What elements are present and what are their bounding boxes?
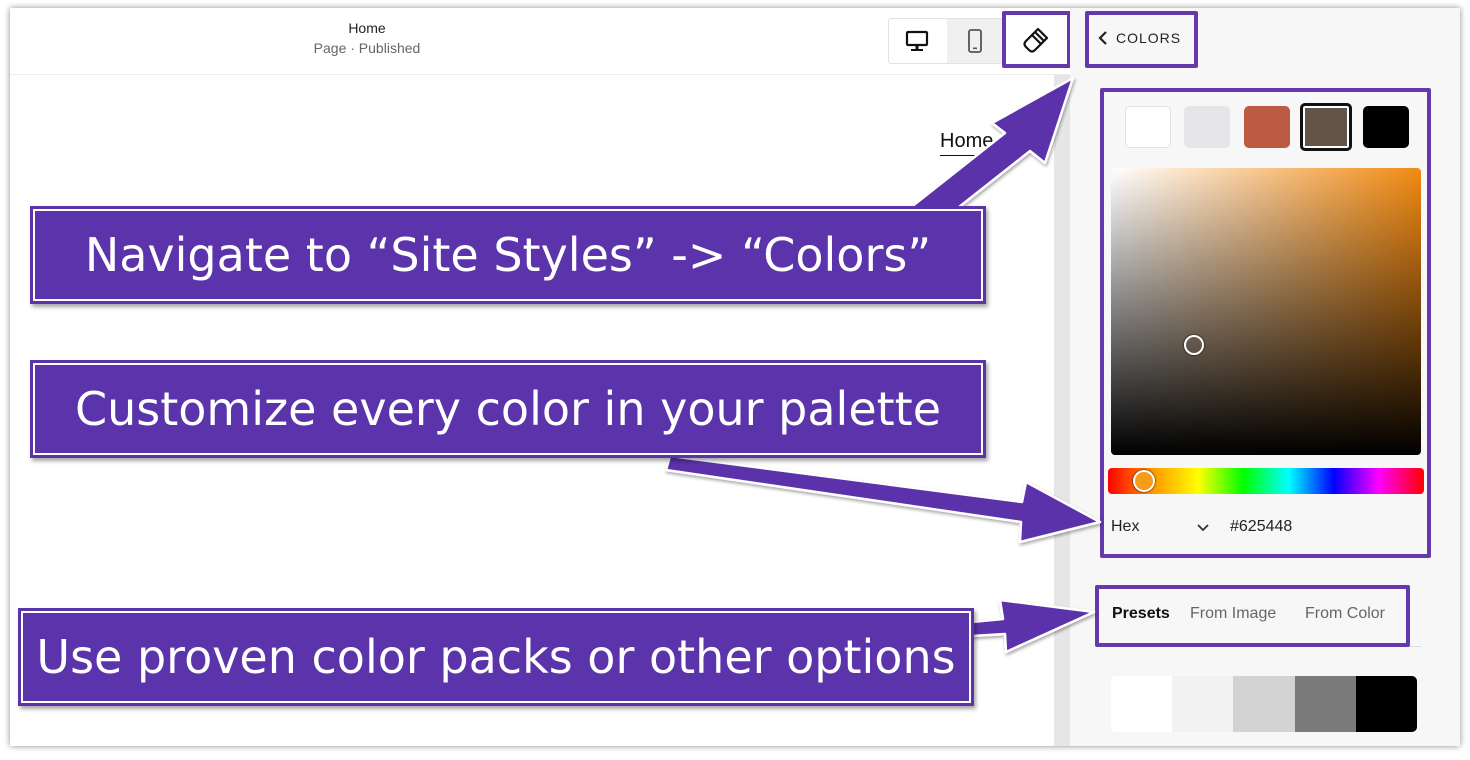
callout-navigate: Navigate to “Site Styles” -> “Colors”	[30, 206, 986, 304]
callout-presets: Use proven color packs or other options	[18, 608, 974, 706]
arrow-to-colors	[908, 76, 1075, 228]
arrow-to-color-picker	[664, 454, 1102, 544]
app-frame: Home Page · Published Home COLORS Hex #6…	[10, 8, 1460, 746]
callout-customize: Customize every color in your palette	[30, 360, 986, 458]
arrow-to-presets	[970, 598, 1096, 654]
